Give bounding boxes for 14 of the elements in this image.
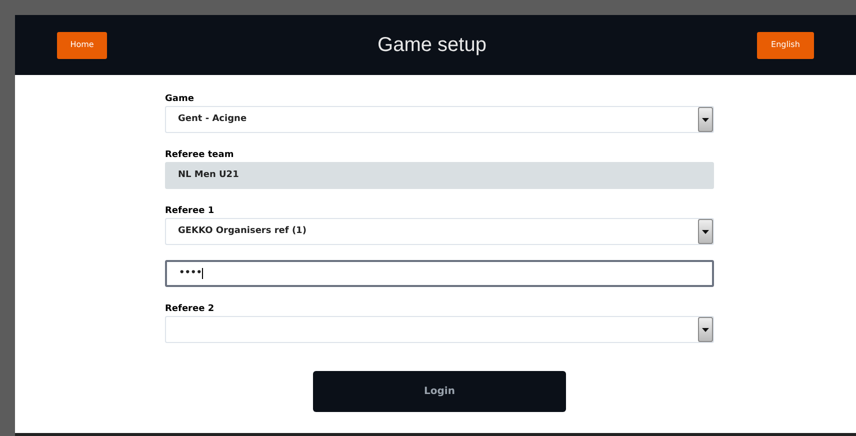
field-label: Referee team — [165, 149, 235, 162]
dropdown-field[interactable] — [165, 316, 714, 343]
readonly-field: NL Men U21 — [165, 162, 714, 189]
home-button[interactable]: Home — [57, 32, 107, 58]
field-label: Referee 2 — [165, 303, 216, 316]
password-field[interactable]: •••• — [165, 260, 714, 287]
dropdown-field[interactable]: Gent - Acigne — [165, 106, 714, 133]
dropdown-field[interactable]: GEKKO Organisers ref (1) — [165, 218, 714, 245]
language-button[interactable]: English — [756, 32, 814, 58]
text-cursor — [202, 268, 204, 279]
field-label: Game — [165, 93, 195, 106]
login-button[interactable]: Login — [313, 371, 566, 412]
page-title: Game setup — [378, 33, 486, 58]
field-label: Referee 1 — [165, 205, 216, 218]
